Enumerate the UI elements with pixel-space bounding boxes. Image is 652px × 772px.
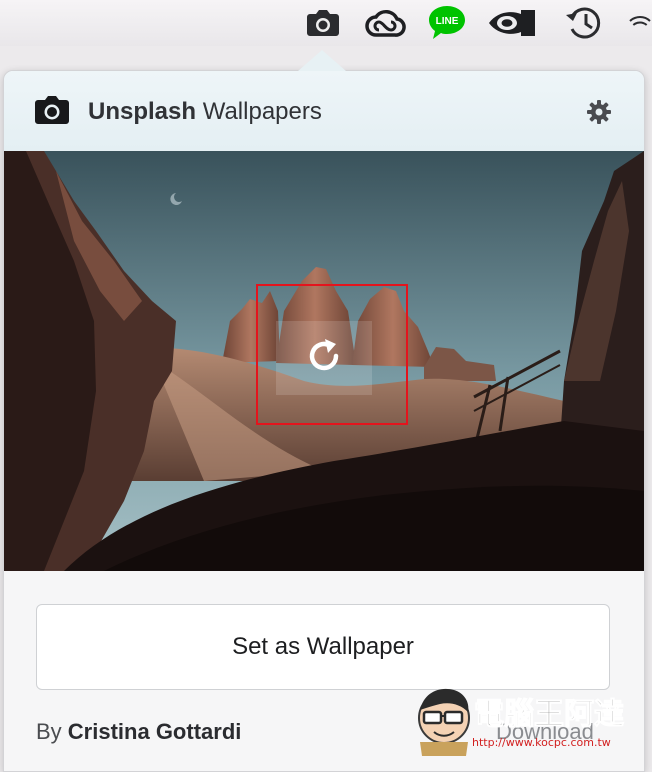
- watermark: 電腦王阿達 http://www.kocpc.com.tw: [410, 680, 646, 760]
- watermark-mascot-icon: [418, 688, 470, 756]
- wifi-icon[interactable]: [628, 4, 652, 42]
- highlight-box: [256, 284, 408, 425]
- nvidia-icon[interactable]: [486, 4, 538, 42]
- unsplash-popover: Unsplash Wallpapers Set as Wallpaper By …: [3, 70, 645, 772]
- wallpaper-preview: [4, 151, 644, 571]
- time-machine-icon[interactable]: [562, 4, 606, 42]
- app-title-rest: Wallpapers: [196, 98, 322, 125]
- camera-icon[interactable]: [302, 4, 344, 42]
- author-credit: By Cristina Gottardi: [36, 719, 241, 745]
- creative-cloud-icon[interactable]: [362, 4, 408, 42]
- watermark-url: http://www.kocpc.com.tw: [472, 736, 611, 749]
- watermark-brand: 電腦王阿達: [474, 697, 624, 732]
- popover-arrow: [298, 50, 346, 71]
- menu-bar: LINE: [0, 0, 652, 46]
- line-icon[interactable]: LINE: [426, 4, 468, 42]
- line-label: LINE: [436, 16, 459, 27]
- app-title: Unsplash Wallpapers: [88, 98, 322, 126]
- author-name-link[interactable]: Cristina Gottardi: [68, 719, 242, 744]
- app-title-bold: Unsplash: [88, 98, 197, 125]
- popover-header: Unsplash Wallpapers: [4, 71, 644, 151]
- author-prefix: By: [36, 719, 68, 744]
- gear-icon[interactable]: [586, 99, 612, 130]
- set-as-wallpaper-button[interactable]: Set as Wallpaper: [36, 604, 610, 690]
- camera-icon: [34, 95, 70, 130]
